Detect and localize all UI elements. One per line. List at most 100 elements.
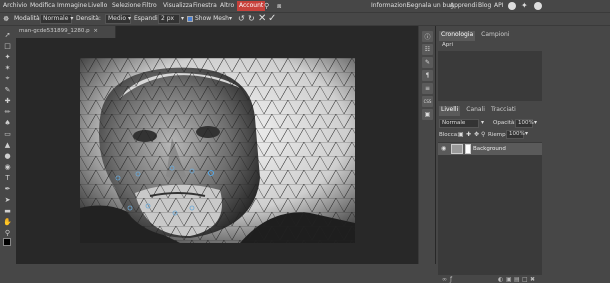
tab-tracciati[interactable]: Tracciati xyxy=(491,106,516,116)
mode-select[interactable]: Normale ▾ xyxy=(40,14,74,24)
density-select[interactable]: Medio ▾ xyxy=(105,14,131,24)
lock-label: Blocca: xyxy=(439,132,459,138)
undo-icon[interactable]: ↺ xyxy=(238,14,245,23)
menu-bar: Archivio Modifica Immagine Livello Selez… xyxy=(0,0,610,13)
layer-mask-icon[interactable]: ▣ xyxy=(506,276,512,283)
lock-position-icon[interactable]: ✥ xyxy=(474,131,479,138)
menu-account[interactable]: Account xyxy=(237,1,266,11)
face-liquify-tool-icon: ☸ xyxy=(3,15,10,23)
history-panel-icon[interactable]: ⓘ xyxy=(422,31,433,42)
character-panel-icon[interactable]: ¶ xyxy=(422,70,433,81)
layer-thumbnail xyxy=(451,144,463,154)
expand-input[interactable]: 2 px xyxy=(158,14,180,24)
fill-input[interactable]: 100% xyxy=(506,130,525,139)
fill-chevron-icon[interactable]: ▾ xyxy=(525,130,528,137)
pen-tool-icon[interactable]: ✒ xyxy=(2,184,13,193)
tab-campioni[interactable]: Campioni xyxy=(481,31,509,41)
delete-layer-icon[interactable]: ✖ xyxy=(530,276,536,283)
menu-selezione[interactable]: Selezione xyxy=(112,2,141,9)
mesh-chevron-icon[interactable]: ▾ xyxy=(229,15,232,22)
blend-chevron-icon[interactable]: ▾ xyxy=(481,119,484,126)
facebook-icon[interactable] xyxy=(534,2,542,10)
history-item-apri[interactable]: Apri xyxy=(442,42,453,48)
shape-tool-icon[interactable]: ▬ xyxy=(2,206,13,215)
adjustment-layer-icon[interactable]: ◐ xyxy=(498,276,504,283)
zoom-tool-icon[interactable]: ⚲ xyxy=(2,228,13,237)
brush-tool-icon[interactable]: ✏ xyxy=(2,107,13,116)
brush-panel-icon[interactable]: ✎ xyxy=(422,57,433,68)
move-tool-icon[interactable]: ➚ xyxy=(2,30,13,39)
crop-tool-icon[interactable]: ⌖ xyxy=(2,74,13,83)
healing-tool-icon[interactable]: ✚ xyxy=(2,96,13,105)
opacity-input[interactable]: 100% xyxy=(515,119,534,128)
eyedropper-tool-icon[interactable]: ✎ xyxy=(2,85,13,94)
link-apprendi[interactable]: Apprendi xyxy=(450,2,477,9)
paragraph-panel-icon[interactable]: ≡ xyxy=(422,83,433,94)
swatches-panel-icon[interactable]: ☷ xyxy=(422,44,433,55)
layer-effects-icon[interactable]: ƒ xyxy=(450,276,456,283)
lock-transparency-icon[interactable]: ▣ xyxy=(458,131,464,138)
magic-wand-tool-icon[interactable]: ✶ xyxy=(2,63,13,72)
menu-archivio[interactable]: Archivio xyxy=(3,2,27,9)
tab-canali[interactable]: Canali xyxy=(466,106,485,116)
menu-livello[interactable]: Livello xyxy=(88,2,107,9)
link-layers-icon[interactable]: ∞ xyxy=(442,276,448,283)
blend-mode-select[interactable]: Normale xyxy=(439,119,479,128)
history-list: Apri xyxy=(438,41,542,51)
mode-label: Modalità: xyxy=(14,15,42,22)
tab-cronologia[interactable]: Cronologia xyxy=(439,31,476,41)
lasso-tool-icon[interactable]: ✦ xyxy=(2,52,13,61)
menu-visualizza[interactable]: Visualizza xyxy=(163,2,193,9)
opacity-label: Opacità: xyxy=(493,120,517,126)
reddit-icon[interactable] xyxy=(508,2,516,10)
history-tabs: Cronologia Campioni xyxy=(439,31,510,41)
link-api[interactable]: API xyxy=(494,2,504,9)
menu-altro[interactable]: Altro xyxy=(220,2,234,9)
marquee-tool-icon[interactable]: □ xyxy=(2,41,13,50)
lock-all-icon[interactable]: ⚲ xyxy=(481,131,485,138)
link-segnala-bug[interactable]: Segnala un bug xyxy=(407,2,454,9)
chevron-down-icon: ▾ xyxy=(70,15,74,22)
search-icon[interactable]: ⚲ xyxy=(264,2,269,10)
document-tab[interactable]: man-gcde531899_1280.p × xyxy=(16,26,116,38)
menu-modifica[interactable]: Modifica xyxy=(30,2,55,9)
document-tab-title: man-gcde531899_1280.p xyxy=(19,28,90,34)
lock-pixels-icon[interactable]: ✚ xyxy=(466,131,471,138)
visibility-eye-icon[interactable]: ◉ xyxy=(441,145,446,152)
show-mesh-label: Show Mesh xyxy=(195,15,229,22)
dodge-tool-icon[interactable]: ◉ xyxy=(2,162,13,171)
opacity-chevron-icon[interactable]: ▾ xyxy=(534,119,537,126)
twitter-icon[interactable]: ✦ xyxy=(521,1,528,10)
clone-stamp-tool-icon[interactable]: ♠ xyxy=(2,118,13,127)
tab-livelli[interactable]: Livelli xyxy=(439,106,461,116)
eraser-tool-icon[interactable]: ▭ xyxy=(2,129,13,138)
close-icon[interactable]: × xyxy=(93,28,98,34)
new-layer-icon[interactable]: □ xyxy=(522,276,528,283)
expand-label: Espandi: xyxy=(134,15,160,22)
text-tool-icon[interactable]: T xyxy=(2,173,13,182)
cancel-icon[interactable]: ✕ xyxy=(258,13,266,24)
blend-mode-value: Normale xyxy=(442,120,466,126)
link-blog[interactable]: Blog xyxy=(478,2,491,9)
expand-chevron-icon[interactable]: ▾ xyxy=(181,15,184,22)
css-panel-icon[interactable]: CSS xyxy=(422,96,433,107)
photo-canvas[interactable] xyxy=(80,58,355,243)
link-informazioni[interactable]: Informazioni xyxy=(371,2,408,9)
hand-tool-icon[interactable]: ✋ xyxy=(2,217,13,226)
new-group-icon[interactable]: ▤ xyxy=(514,276,520,283)
confirm-icon[interactable]: ✓ xyxy=(268,13,276,24)
layer-mask-thumbnail xyxy=(465,144,471,154)
right-panel: Cronologia Campioni Apri Livelli Canali … xyxy=(436,26,610,283)
layer-row-background[interactable]: ◉ Background xyxy=(438,143,542,155)
path-select-tool-icon[interactable]: ➤ xyxy=(2,195,13,204)
show-mesh-checkbox[interactable] xyxy=(187,16,193,22)
image-panel-icon[interactable]: ▣ xyxy=(422,109,433,120)
menu-filtro[interactable]: Filtro xyxy=(142,2,157,9)
blur-tool-icon[interactable]: ● xyxy=(2,151,13,160)
fullscreen-icon[interactable]: ⧈ xyxy=(277,2,281,11)
redo-icon[interactable]: ↻ xyxy=(248,14,255,23)
menu-immagine[interactable]: Immagine xyxy=(57,2,87,9)
foreground-color-swatch[interactable] xyxy=(3,238,11,246)
bucket-tool-icon[interactable]: ▲ xyxy=(2,140,13,149)
menu-finestra[interactable]: Finestra xyxy=(193,2,217,9)
